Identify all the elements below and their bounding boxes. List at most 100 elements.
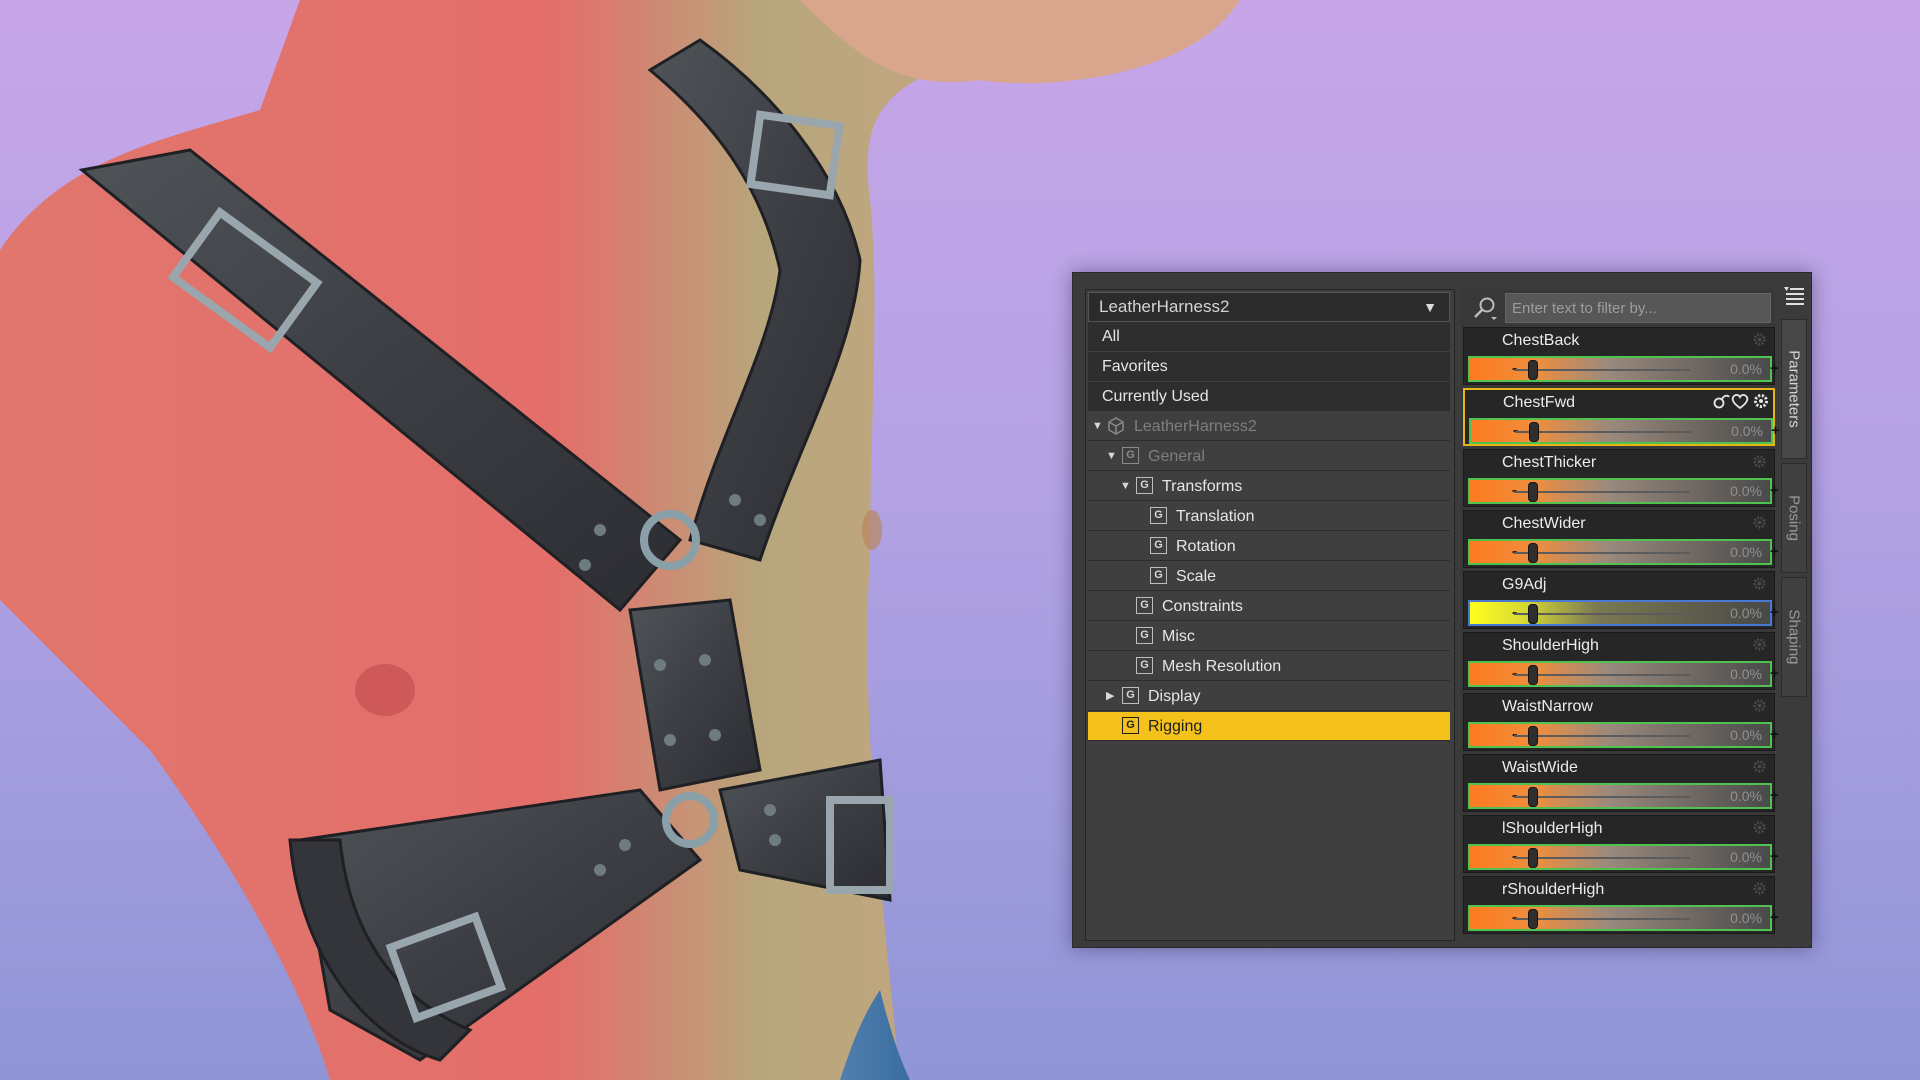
slider-track xyxy=(1514,918,1690,920)
param-value[interactable]: 0.0% xyxy=(1730,846,1762,868)
param-slider[interactable]: - + 0.0% xyxy=(1468,600,1779,626)
slider-track xyxy=(1514,491,1690,493)
slider-handle[interactable] xyxy=(1528,482,1538,502)
param-slider[interactable]: - + 0.0% xyxy=(1468,356,1779,382)
gear-icon[interactable] xyxy=(1751,758,1768,775)
tree-item-rotation[interactable]: G Rotation xyxy=(1088,532,1450,561)
slider-track xyxy=(1514,857,1690,859)
tree-item-general[interactable]: ▼ G General xyxy=(1088,442,1450,471)
param-row-chestback[interactable]: ChestBack - + 0.0% xyxy=(1463,327,1779,385)
param-row-waistwide[interactable]: WaistWide - + 0.0% xyxy=(1463,754,1779,812)
param-value[interactable]: 0.0% xyxy=(1730,480,1762,502)
tree-item-all[interactable]: All xyxy=(1088,322,1450,351)
collapse-toggle-icon[interactable]: ▶ xyxy=(1106,682,1114,711)
param-slider[interactable]: - + 0.0% xyxy=(1468,539,1779,565)
tree-item-rigging[interactable]: G Rigging xyxy=(1088,712,1450,741)
favorite-heart-icon xyxy=(1731,394,1749,410)
filter-input[interactable] xyxy=(1505,293,1771,323)
increment-button[interactable]: + xyxy=(1770,663,1779,685)
gear-icon[interactable] xyxy=(1751,331,1768,348)
param-row-chestfwd[interactable]: ChestFwd - + 0.0% xyxy=(1463,388,1780,446)
dropdown-arrow-icon: ▼ xyxy=(1423,299,1437,315)
increment-button[interactable]: + xyxy=(1770,907,1779,929)
param-row-waistnarrow[interactable]: WaistNarrow - + 0.0% xyxy=(1463,693,1779,751)
slider-handle[interactable] xyxy=(1528,604,1538,624)
group-icon: G xyxy=(1150,507,1167,524)
tree-item-label: Favorites xyxy=(1102,358,1168,375)
param-value[interactable]: 0.0% xyxy=(1730,785,1762,807)
group-icon: G xyxy=(1122,447,1139,464)
param-slider[interactable]: - + 0.0% xyxy=(1468,722,1779,748)
tab-parameters[interactable]: Parameters xyxy=(1781,319,1807,459)
tree-item-mesh-resolution[interactable]: G Mesh Resolution xyxy=(1088,652,1450,681)
tree-item-constraints[interactable]: G Constraints xyxy=(1088,592,1450,621)
tree-item-misc[interactable]: G Misc xyxy=(1088,622,1450,651)
param-value[interactable]: 0.0% xyxy=(1730,541,1762,563)
figure-cube-icon xyxy=(1108,417,1124,435)
increment-button[interactable]: + xyxy=(1770,846,1779,868)
param-value[interactable]: 0.0% xyxy=(1730,602,1762,624)
param-slider[interactable]: - + 0.0% xyxy=(1468,905,1779,931)
slider-handle[interactable] xyxy=(1528,665,1538,685)
expand-toggle-icon[interactable]: ▼ xyxy=(1092,412,1103,441)
param-value[interactable]: 0.0% xyxy=(1730,724,1762,746)
expand-toggle-icon[interactable]: ▼ xyxy=(1106,442,1117,471)
tree-item-display[interactable]: ▶ G Display xyxy=(1088,682,1450,711)
param-value[interactable]: 0.0% xyxy=(1731,420,1763,442)
increment-button[interactable]: + xyxy=(1770,724,1779,746)
property-tree-pane: LeatherHarness2 ▼ All Favorites Currentl… xyxy=(1085,289,1455,941)
search-icon[interactable] xyxy=(1471,295,1499,321)
param-label: WaistWide xyxy=(1502,759,1578,776)
gear-icon[interactable] xyxy=(1751,819,1768,836)
param-label: rShoulderHigh xyxy=(1502,881,1605,898)
group-icon: G xyxy=(1136,597,1153,614)
gear-icon[interactable] xyxy=(1751,636,1768,653)
tab-shaping[interactable]: Shaping xyxy=(1781,577,1807,697)
tree-item-label: Misc xyxy=(1162,628,1195,645)
param-row-lshoulderhigh[interactable]: lShoulderHigh - + 0.0% xyxy=(1463,815,1779,873)
param-row-chestwider[interactable]: ChestWider - + 0.0% xyxy=(1463,510,1779,568)
param-value[interactable]: 0.0% xyxy=(1730,358,1762,380)
slider-handle[interactable] xyxy=(1528,848,1538,868)
param-value[interactable]: 0.0% xyxy=(1730,907,1762,929)
tab-posing[interactable]: Posing xyxy=(1781,463,1807,573)
slider-handle[interactable] xyxy=(1528,787,1538,807)
gear-icon[interactable] xyxy=(1751,880,1768,897)
param-slider[interactable]: - + 0.0% xyxy=(1469,418,1780,444)
param-slider[interactable]: - + 0.0% xyxy=(1468,844,1779,870)
tree-item-translation[interactable]: G Translation xyxy=(1088,502,1450,531)
slider-handle[interactable] xyxy=(1529,422,1539,442)
expand-toggle-icon[interactable]: ▼ xyxy=(1120,472,1131,501)
increment-button[interactable]: + xyxy=(1770,602,1779,624)
param-row-rshoulderhigh[interactable]: rShoulderHigh - + 0.0% xyxy=(1463,876,1779,934)
param-row-shoulderhigh[interactable]: ShoulderHigh - + 0.0% xyxy=(1463,632,1779,690)
increment-button[interactable]: + xyxy=(1770,480,1779,502)
tree-item-label: General xyxy=(1148,448,1205,465)
param-row-g9adj[interactable]: G9Adj - + 0.0% xyxy=(1463,571,1779,629)
tree-item-scale[interactable]: G Scale xyxy=(1088,562,1450,591)
gear-icon[interactable] xyxy=(1751,697,1768,714)
increment-button[interactable]: + xyxy=(1770,358,1779,380)
tree-item-favorites[interactable]: Favorites xyxy=(1088,352,1450,381)
slider-handle[interactable] xyxy=(1528,543,1538,563)
increment-button[interactable]: + xyxy=(1770,541,1779,563)
param-slider[interactable]: - + 0.0% xyxy=(1468,783,1779,809)
gear-icon[interactable] xyxy=(1751,575,1768,592)
param-value[interactable]: 0.0% xyxy=(1730,663,1762,685)
side-tabs: Parameters Posing Shaping xyxy=(1779,289,1809,939)
slider-handle[interactable] xyxy=(1528,909,1538,929)
node-selector-dropdown[interactable]: LeatherHarness2 ▼ xyxy=(1088,292,1450,322)
tree-item-currently-used[interactable]: Currently Used xyxy=(1088,382,1450,411)
param-slider[interactable]: - + 0.0% xyxy=(1468,661,1779,687)
gear-icon[interactable] xyxy=(1751,514,1768,531)
tree-item-transforms[interactable]: ▼ G Transforms xyxy=(1088,472,1450,501)
slider-handle[interactable] xyxy=(1528,360,1538,380)
param-label: ChestWider xyxy=(1502,515,1586,532)
tree-item-leatherharness2[interactable]: ▼ LeatherHarness2 xyxy=(1088,412,1450,441)
slider-handle[interactable] xyxy=(1528,726,1538,746)
increment-button[interactable]: + xyxy=(1770,785,1779,807)
gear-icon[interactable] xyxy=(1751,453,1768,470)
param-row-chestthicker[interactable]: ChestThicker - + 0.0% xyxy=(1463,449,1779,507)
param-label: WaistNarrow xyxy=(1502,698,1593,715)
param-slider[interactable]: - + 0.0% xyxy=(1468,478,1779,504)
